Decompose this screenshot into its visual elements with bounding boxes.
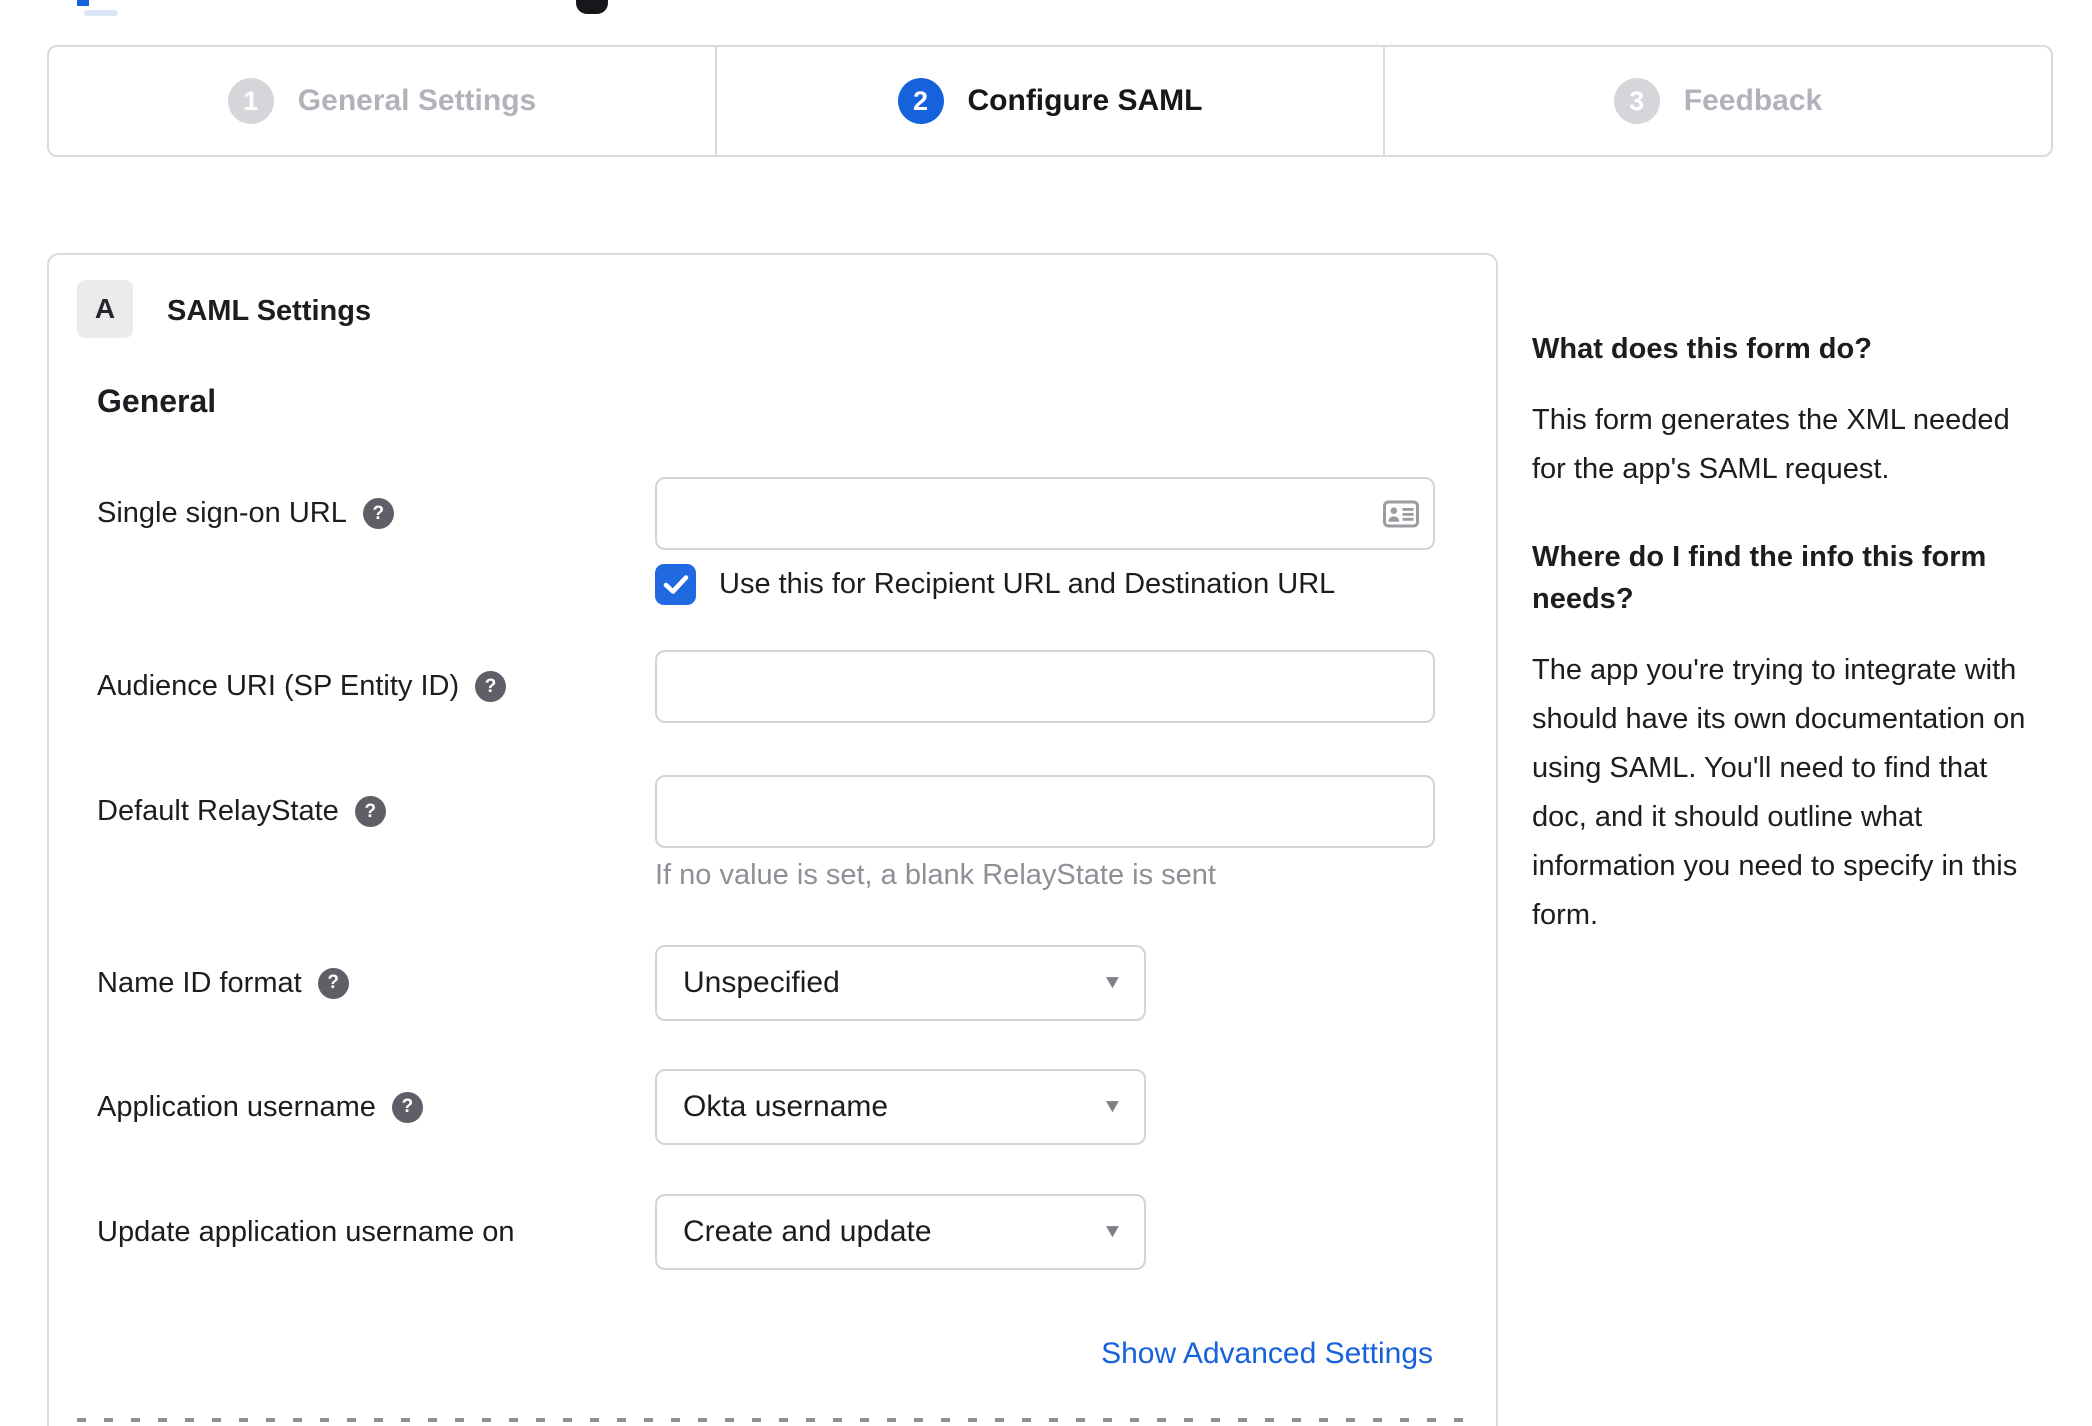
application-username-value: Okta username xyxy=(683,1090,889,1123)
update-username-select[interactable]: Create and update ▼ xyxy=(655,1194,1146,1270)
recipient-url-checkbox-label[interactable]: Use this for Recipient URL and Destinati… xyxy=(719,568,1335,601)
name-id-format-row: Name ID format ? Unspecified ▼ xyxy=(97,945,1468,1021)
name-id-format-value: Unspecified xyxy=(683,966,840,999)
audience-uri-input-wrap xyxy=(655,650,1435,723)
step-label: General Settings xyxy=(297,84,537,117)
section-dashed-divider xyxy=(77,1418,1468,1422)
update-username-label-group: Update application username on xyxy=(97,1216,655,1249)
sso-url-input[interactable] xyxy=(655,477,1435,550)
sidebar-question-2: Where do I find the info this form needs… xyxy=(1532,541,1987,615)
name-id-format-label: Name ID format xyxy=(97,966,302,999)
audience-uri-label-group: Audience URI (SP Entity ID) ? xyxy=(97,670,655,703)
application-username-row: Application username ? Okta username ▼ xyxy=(97,1069,1468,1145)
step-configure-saml[interactable]: 2 Configure SAML xyxy=(715,47,1383,155)
contact-card-icon[interactable] xyxy=(1383,500,1419,528)
page: 1 General Settings 2 Configure SAML 3 Fe… xyxy=(0,0,2092,1426)
name-id-format-select[interactable]: Unspecified ▼ xyxy=(655,945,1146,1021)
step-label: Configure SAML xyxy=(967,84,1203,117)
relaystate-input[interactable] xyxy=(655,775,1435,848)
sidebar-question-1: What does this form do? xyxy=(1532,333,1872,365)
application-username-select[interactable]: Okta username ▼ xyxy=(655,1069,1146,1145)
step-feedback[interactable]: 3 Feedback xyxy=(1383,47,2051,155)
help-icon[interactable]: ? xyxy=(475,671,507,702)
sso-url-label-group: Single sign-on URL ? xyxy=(97,497,655,530)
step-number-badge: 1 xyxy=(227,78,274,124)
relaystate-input-wrap xyxy=(655,775,1435,848)
saml-settings-panel: A SAML Settings General Single sign-on U… xyxy=(47,253,1498,1426)
sidebar-answer-1: This form generates the XML needed for t… xyxy=(1532,404,2010,485)
step-number-badge: 3 xyxy=(1613,78,1660,124)
recipient-url-checkbox[interactable] xyxy=(655,564,696,605)
chevron-down-icon: ▼ xyxy=(1101,1221,1124,1242)
update-username-label: Update application username on xyxy=(97,1215,515,1248)
panel-title: SAML Settings xyxy=(167,295,372,327)
wizard-stepper: 1 General Settings 2 Configure SAML 3 Fe… xyxy=(47,45,2053,157)
recipient-url-checkbox-row: Use this for Recipient URL and Destinati… xyxy=(655,564,1335,605)
clipped-header-fragment-blue xyxy=(77,0,89,6)
step-label: Feedback xyxy=(1683,84,1823,117)
sso-url-label: Single sign-on URL xyxy=(97,497,347,529)
relaystate-hint: If no value is set, a blank RelayState i… xyxy=(655,859,1216,891)
chevron-down-icon: ▼ xyxy=(1101,1096,1124,1117)
checkmark-icon xyxy=(663,575,688,594)
relaystate-label-group: Default RelayState ? xyxy=(97,795,655,828)
step-general-settings[interactable]: 1 General Settings xyxy=(49,47,715,155)
help-sidebar: What does this form do? This form genera… xyxy=(1532,328,2044,982)
name-id-format-label-group: Name ID format ? xyxy=(97,967,655,1000)
chevron-down-icon: ▼ xyxy=(1101,972,1124,993)
help-icon[interactable]: ? xyxy=(317,967,349,999)
general-section-heading: General xyxy=(97,383,217,419)
relaystate-label: Default RelayState xyxy=(97,795,339,827)
help-icon[interactable]: ? xyxy=(354,796,386,827)
step-number-badge: 2 xyxy=(897,78,944,124)
application-username-label-group: Application username ? xyxy=(97,1091,655,1124)
show-advanced-settings-link[interactable]: Show Advanced Settings xyxy=(1101,1337,1433,1371)
audience-uri-row: Audience URI (SP Entity ID) ? xyxy=(97,650,1468,723)
relaystate-row: Default RelayState ? xyxy=(97,775,1468,848)
help-icon[interactable]: ? xyxy=(391,1091,423,1123)
update-username-row: Update application username on Create an… xyxy=(97,1194,1468,1270)
sso-url-input-wrap xyxy=(655,477,1435,550)
sidebar-answer-2: The app you're trying to integrate with … xyxy=(1532,654,2026,931)
clipped-app-logo-fragment xyxy=(576,0,608,14)
audience-uri-label: Audience URI (SP Entity ID) xyxy=(97,670,460,702)
update-username-value: Create and update xyxy=(683,1215,932,1248)
help-icon[interactable]: ? xyxy=(362,498,394,529)
application-username-label: Application username xyxy=(97,1090,376,1123)
sso-url-row: Single sign-on URL ? xyxy=(97,477,1468,550)
audience-uri-input[interactable] xyxy=(655,650,1435,723)
section-a-badge: A xyxy=(77,280,133,338)
clipped-header-fragment-light xyxy=(84,10,118,16)
